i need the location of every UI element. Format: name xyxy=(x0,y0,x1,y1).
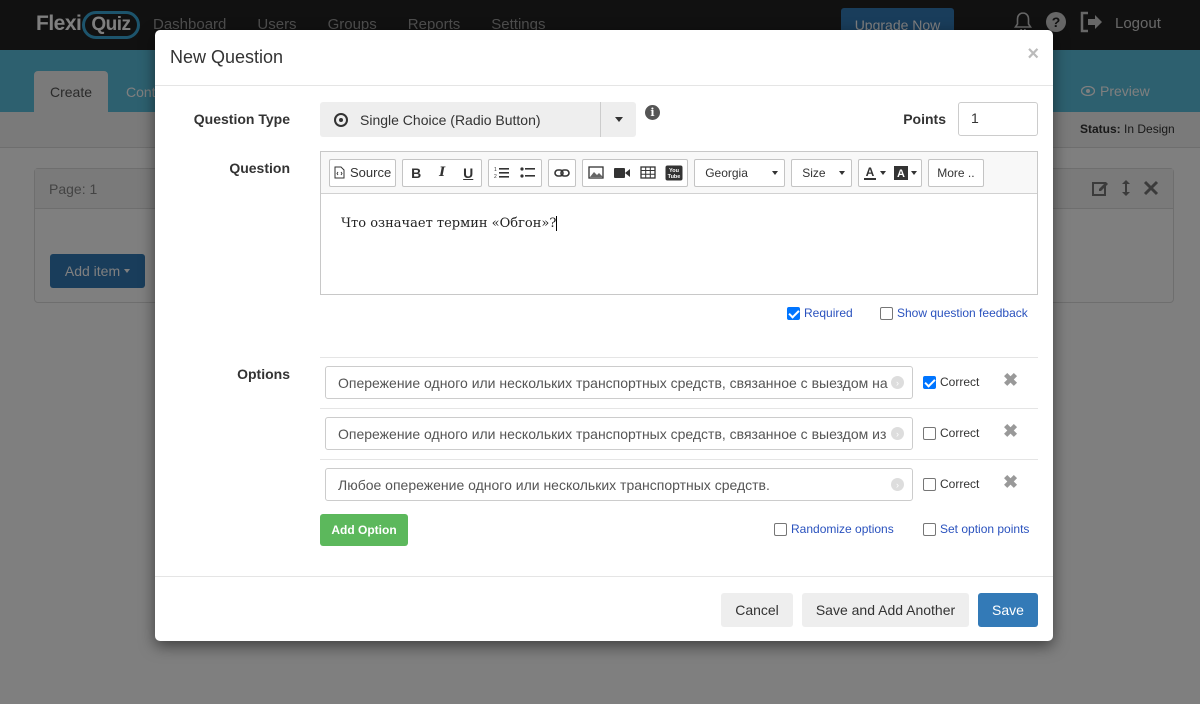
option-divider xyxy=(320,357,1038,358)
option-divider xyxy=(320,459,1038,460)
cancel-button[interactable]: Cancel xyxy=(721,593,793,627)
set-points-checkbox[interactable] xyxy=(923,522,936,536)
italic-icon[interactable]: I xyxy=(429,160,455,186)
more-group: More .. xyxy=(928,158,984,187)
bulleted-list-icon[interactable] xyxy=(515,160,541,186)
option-divider xyxy=(320,408,1038,409)
save-and-add-another-button[interactable]: Save and Add Another xyxy=(802,593,969,627)
option-text-2: Опережение одного или нескольких транспо… xyxy=(338,426,887,442)
caret-down-icon xyxy=(880,170,887,175)
option-text-1: Опережение одного или нескольких транспо… xyxy=(338,375,888,391)
list-group: 12 xyxy=(488,158,543,187)
modal-header: New Question × xyxy=(155,30,1053,86)
option-correct-1[interactable]: Correct xyxy=(923,375,979,389)
text-cursor xyxy=(556,216,558,231)
underline-icon[interactable]: U xyxy=(455,160,481,186)
text-color-icon[interactable]: A xyxy=(859,160,890,186)
modal-title: New Question xyxy=(170,47,284,67)
caret-down-icon xyxy=(839,170,846,175)
caret-down-icon xyxy=(911,170,918,175)
add-option-button[interactable]: Add Option xyxy=(320,514,408,546)
correct-label-3: Correct xyxy=(940,477,980,491)
svg-text:A: A xyxy=(866,166,875,179)
correct-label-2: Correct xyxy=(940,426,980,440)
question-type-label: Question Type xyxy=(193,111,290,127)
required-label: Required xyxy=(804,306,853,320)
youtube-icon[interactable]: You Tube xyxy=(661,160,687,186)
points-input[interactable]: 1 xyxy=(958,102,1038,136)
svg-text:A: A xyxy=(897,168,905,180)
feedback-checkbox[interactable] xyxy=(880,306,893,320)
svg-text:1: 1 xyxy=(494,167,497,173)
editor-body[interactable]: Что означает термин «Обгон»? xyxy=(321,194,1037,253)
feedback-toggle[interactable]: Show question feedback xyxy=(880,306,1028,320)
close-icon[interactable]: × xyxy=(1027,43,1039,66)
new-question-modal: New Question × Question Type Single Choi… xyxy=(155,30,1053,641)
question-type-value: Single Choice (Radio Button) xyxy=(360,111,541,128)
correct-checkbox-3[interactable] xyxy=(923,477,936,491)
feedback-label: Show question feedback xyxy=(897,306,1028,320)
numbered-list-icon[interactable]: 12 xyxy=(489,160,515,186)
question-label: Question xyxy=(229,160,290,176)
randomize-checkbox[interactable] xyxy=(774,522,787,536)
caret-down-icon xyxy=(614,117,623,122)
required-toggle[interactable]: Required xyxy=(787,306,853,320)
question-text: Что означает термин «Обгон»? xyxy=(341,216,557,231)
source-label: Source xyxy=(350,165,392,180)
option-input-1[interactable]: Опережение одного или нескольких транспо… xyxy=(325,366,913,399)
correct-checkbox-1[interactable] xyxy=(923,375,936,389)
svg-text:Tube: Tube xyxy=(668,174,681,180)
caret-down-icon xyxy=(772,170,779,175)
source-button[interactable]: Source xyxy=(330,160,395,186)
dropdown-toggle[interactable] xyxy=(600,102,636,137)
bold-icon[interactable]: B xyxy=(403,160,429,186)
more-button[interactable]: More .. xyxy=(929,160,982,186)
randomize-toggle[interactable]: Randomize options xyxy=(774,522,894,536)
chevron-right-icon[interactable]: › xyxy=(891,427,904,440)
required-checkbox[interactable] xyxy=(787,306,800,320)
option-correct-2[interactable]: Correct xyxy=(923,426,979,440)
image-icon[interactable] xyxy=(583,160,609,186)
randomize-label: Randomize options xyxy=(791,522,894,536)
media-group: You Tube xyxy=(582,158,689,187)
table-icon[interactable] xyxy=(635,160,661,186)
options-label: Options xyxy=(237,366,290,382)
size-value: Size xyxy=(802,165,826,180)
video-icon[interactable] xyxy=(609,160,635,186)
option-input-3[interactable]: Любое опережение одного или нескольких т… xyxy=(325,468,913,501)
editor-toolbar: Source B I U 12 You Tube Georgia Size A … xyxy=(321,152,1037,194)
radio-button-icon xyxy=(334,112,348,127)
link-icon[interactable] xyxy=(549,160,575,186)
question-editor: Source B I U 12 You Tube Georgia Size A … xyxy=(320,151,1038,295)
option-input-2[interactable]: Опережение одного или нескольких транспо… xyxy=(325,417,913,450)
question-type-select[interactable]: Single Choice (Radio Button) xyxy=(320,102,636,137)
source-group: Source xyxy=(329,158,397,187)
link-group xyxy=(548,158,577,187)
font-select[interactable]: Georgia xyxy=(694,158,786,187)
remove-option-icon-3[interactable]: ✖ xyxy=(1003,472,1018,493)
remove-option-icon-1[interactable]: ✖ xyxy=(1003,370,1018,391)
chevron-right-icon[interactable]: › xyxy=(891,376,904,389)
set-points-toggle[interactable]: Set option points xyxy=(923,522,1029,536)
option-correct-3[interactable]: Correct xyxy=(923,477,979,491)
option-text-3: Любое опережение одного или нескольких т… xyxy=(338,477,770,493)
format-group: B I U xyxy=(402,158,483,187)
background-color-icon[interactable]: A xyxy=(890,160,921,186)
set-points-label: Set option points xyxy=(940,522,1030,536)
correct-checkbox-2[interactable] xyxy=(923,426,936,440)
save-button[interactable]: Save xyxy=(978,593,1038,627)
info-icon[interactable]: i xyxy=(645,105,660,120)
correct-label-1: Correct xyxy=(940,375,980,389)
color-group: A A xyxy=(858,158,923,187)
size-select[interactable]: Size xyxy=(791,158,853,187)
chevron-right-icon[interactable]: › xyxy=(891,478,904,491)
font-value: Georgia xyxy=(705,165,748,180)
points-label: Points xyxy=(903,111,946,127)
svg-text:2: 2 xyxy=(494,174,497,180)
source-icon xyxy=(334,166,345,179)
remove-option-icon-2[interactable]: ✖ xyxy=(1003,421,1018,442)
modal-footer: Cancel Save and Add Another Save xyxy=(155,576,1053,641)
